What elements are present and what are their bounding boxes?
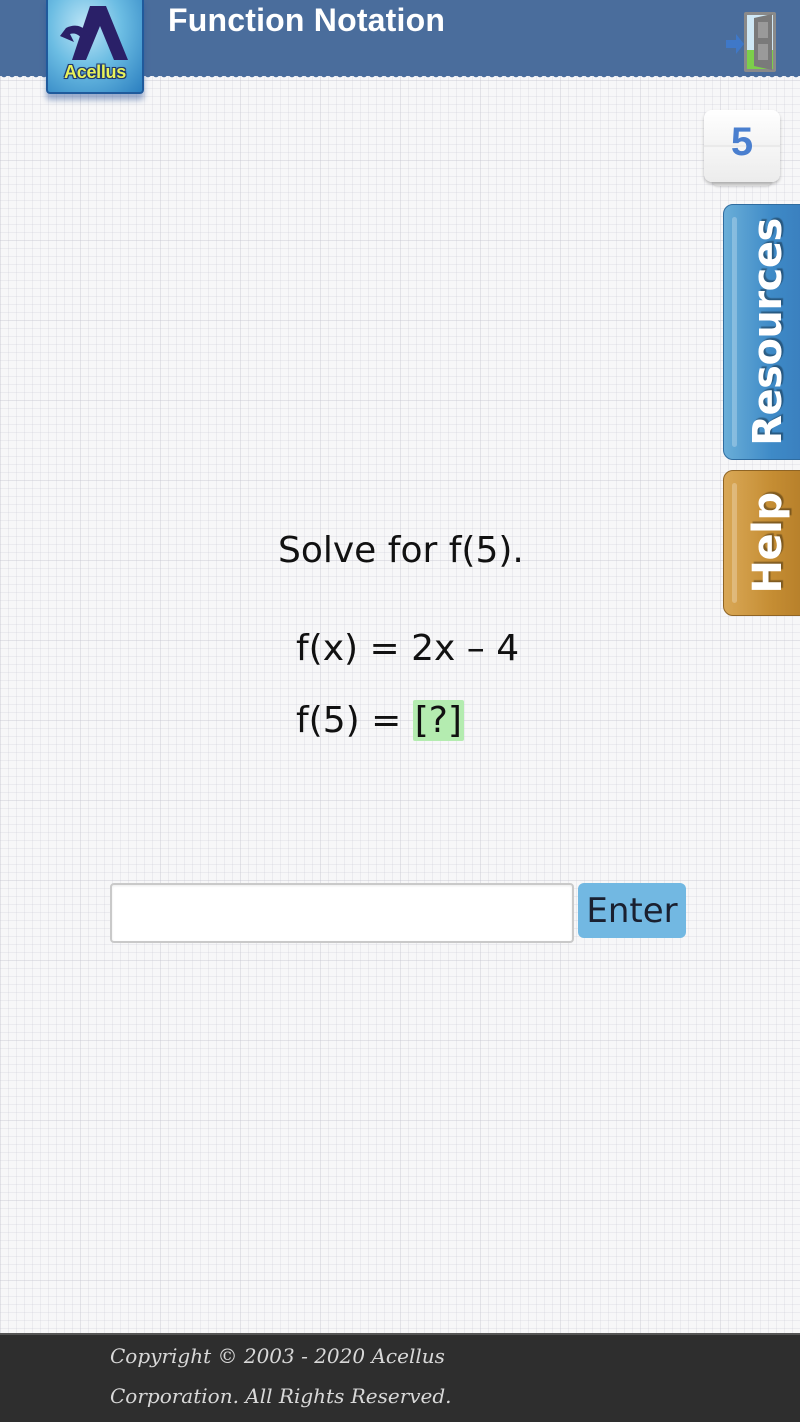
tab-gloss	[732, 217, 737, 447]
resources-tab-label: Resources	[745, 218, 791, 446]
page-title: Function Notation	[168, 2, 446, 38]
resources-tab[interactable]: Resources	[723, 204, 800, 460]
answer-equation: f(5) = [?]	[296, 700, 464, 741]
logo-text: Acellus	[64, 62, 126, 82]
enter-button[interactable]: Enter	[578, 883, 686, 938]
question-prompt: Solve for f(5).	[278, 530, 524, 571]
counter-value: 5	[730, 120, 754, 164]
acellus-logo: Acellus	[46, 0, 144, 94]
exit-door-icon	[726, 12, 776, 72]
copyright-line-2: Corporation. All Rights Reserved.	[110, 1384, 452, 1408]
function-equation: f(x) = 2x – 4	[296, 628, 520, 669]
help-tab-label: Help	[745, 492, 791, 594]
answer-input[interactable]	[110, 883, 574, 943]
help-tab[interactable]: Help	[723, 470, 800, 616]
question-counter: 5	[704, 110, 780, 186]
tab-gloss	[732, 483, 737, 603]
answer-prefix: f(5) =	[296, 700, 413, 741]
copyright-line-1: Copyright © 2003 - 2020 Acellus	[110, 1344, 445, 1368]
answer-blank: [?]	[412, 700, 464, 741]
exit-button[interactable]	[724, 10, 782, 76]
